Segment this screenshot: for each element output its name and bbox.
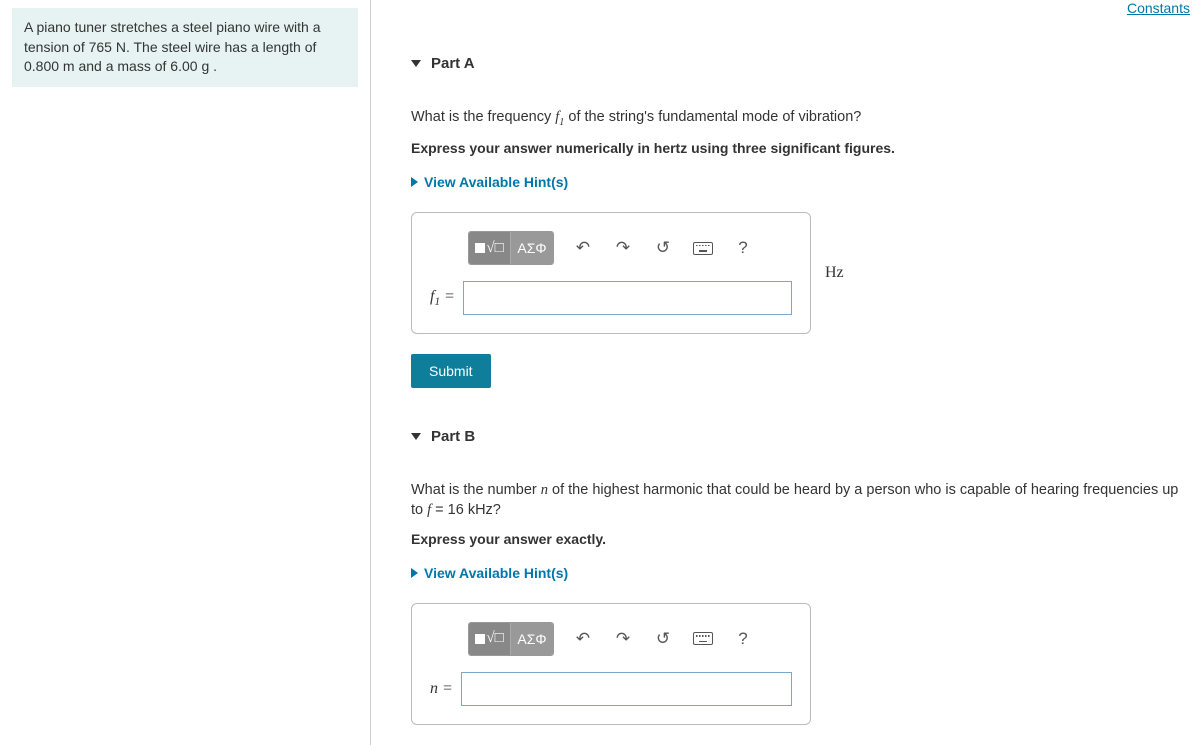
- caret-right-icon: [411, 568, 418, 578]
- part-a-instruction: Express your answer numerically in hertz…: [411, 140, 1188, 156]
- caret-down-icon: [411, 60, 421, 67]
- part-b-title: Part B: [431, 428, 475, 445]
- redo-icon[interactable]: ↷: [612, 628, 634, 650]
- keyboard-icon[interactable]: [692, 237, 714, 259]
- constants-link[interactable]: Constants: [1127, 0, 1190, 16]
- problem-statement: A piano tuner stretches a steel piano wi…: [12, 8, 358, 87]
- reset-icon[interactable]: ↺: [652, 237, 674, 259]
- answer-input-b[interactable]: [461, 672, 792, 706]
- answer-input-a[interactable]: [463, 281, 792, 315]
- part-a-title: Part A: [431, 55, 475, 72]
- undo-icon[interactable]: ↶: [572, 628, 594, 650]
- greek-button[interactable]: ΑΣΦ: [511, 232, 553, 264]
- undo-icon[interactable]: ↶: [572, 237, 594, 259]
- part-a-question: What is the frequency f1 of the string's…: [411, 107, 1188, 130]
- part-a-header[interactable]: Part A: [411, 55, 1188, 72]
- part-b-header[interactable]: Part B: [411, 428, 1188, 445]
- redo-icon[interactable]: ↷: [612, 237, 634, 259]
- greek-button-b[interactable]: ΑΣΦ: [511, 623, 553, 655]
- variable-label-b: n =: [430, 680, 453, 698]
- variable-label-a: f1 =: [430, 288, 455, 308]
- submit-button-a[interactable]: Submit: [411, 354, 491, 388]
- answer-box-b: √□ ΑΣΦ ↶ ↷ ↺ ? n =: [411, 603, 811, 725]
- help-icon[interactable]: ?: [732, 628, 754, 650]
- templates-button[interactable]: √□: [469, 232, 511, 264]
- reset-icon[interactable]: ↺: [652, 628, 674, 650]
- part-b-instruction: Express your answer exactly.: [411, 531, 1188, 547]
- view-hints-link[interactable]: View Available Hint(s): [411, 174, 1188, 190]
- keyboard-icon[interactable]: [692, 628, 714, 650]
- caret-right-icon: [411, 177, 418, 187]
- caret-down-icon: [411, 433, 421, 440]
- templates-button-b[interactable]: √□: [469, 623, 511, 655]
- part-b-question: What is the number n of the highest harm…: [411, 480, 1188, 521]
- answer-box-a: √□ ΑΣΦ ↶ ↷ ↺ ? f1 =: [411, 212, 811, 334]
- help-icon[interactable]: ?: [732, 237, 754, 259]
- view-hints-link-b[interactable]: View Available Hint(s): [411, 565, 1188, 581]
- unit-label-a: Hz: [825, 264, 844, 282]
